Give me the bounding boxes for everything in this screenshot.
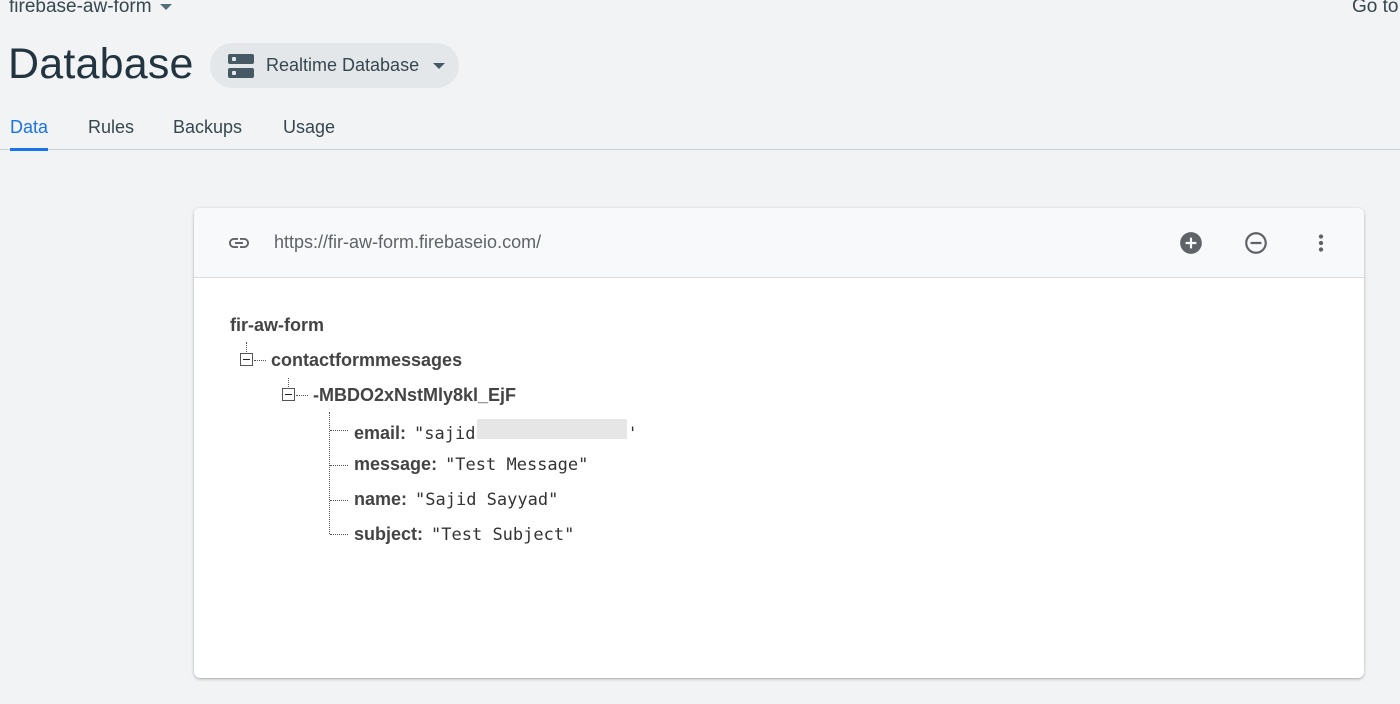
field-value: "sajid — [414, 424, 476, 444]
tree-connector — [296, 395, 308, 396]
tree-connector — [288, 378, 289, 387]
field-key: name — [354, 489, 402, 509]
chevron-down-icon — [159, 4, 172, 10]
database-card: https://fir-aw-form.firebaseio.com/ fir-… — [194, 208, 1364, 678]
tree-connector — [254, 360, 266, 361]
tree-node-contactformmessages[interactable]: contactformmessages — [271, 350, 462, 371]
field-colon: : — [431, 454, 438, 474]
field-value-end: ' — [627, 424, 638, 444]
field-name[interactable]: name: "Sajid Sayyad" — [354, 489, 558, 510]
tree-connector — [330, 465, 348, 466]
database-type-selector[interactable]: Realtime Database — [210, 43, 459, 88]
tree-connector — [246, 342, 247, 352]
tree-node-record[interactable]: -MBDO2xNstMly8kl_EjF — [313, 385, 516, 406]
field-colon: : — [417, 524, 424, 544]
storage-icon — [228, 53, 254, 78]
tab-bar: Data Rules Backups Usage — [0, 108, 1400, 151]
field-value: "Test Subject" — [431, 525, 575, 545]
tab-data[interactable]: Data — [10, 117, 49, 151]
tree-connector — [330, 534, 348, 535]
field-subject[interactable]: subject: "Test Subject" — [354, 524, 574, 545]
field-message[interactable]: message: "Test Message" — [354, 454, 588, 475]
field-value: "Sajid Sayyad" — [415, 490, 559, 510]
chevron-down-icon — [433, 62, 446, 69]
project-name: firebase-aw-form — [9, 0, 152, 17]
tree-connector — [330, 430, 348, 431]
field-colon: : — [401, 489, 408, 509]
link-icon — [229, 238, 249, 248]
tab-rules[interactable]: Rules — [88, 117, 134, 150]
project-selector[interactable]: firebase-aw-form — [9, 0, 172, 18]
tree-root-node[interactable]: fir-aw-form — [230, 315, 324, 336]
field-colon: : — [400, 423, 407, 443]
tree-connector — [330, 500, 348, 501]
database-type-label: Realtime Database — [266, 55, 420, 75]
page-title: Database — [8, 40, 194, 88]
more-vert-icon[interactable] — [1308, 230, 1334, 256]
goto-link[interactable]: Go to docs — [1352, 0, 1400, 18]
tab-backups[interactable]: Backups — [173, 117, 242, 150]
add-circle-icon[interactable] — [1178, 230, 1204, 256]
field-key: email — [354, 423, 401, 443]
collapse-toggle[interactable] — [240, 353, 253, 366]
redaction-block — [477, 419, 628, 439]
remove-circle-icon[interactable] — [1243, 230, 1269, 256]
field-value: "Test Message" — [445, 455, 589, 475]
field-email[interactable]: email: "sajid ' — [354, 419, 638, 444]
field-key: message — [354, 454, 432, 474]
tab-usage[interactable]: Usage — [283, 117, 335, 150]
field-key: subject — [354, 524, 418, 544]
collapse-toggle[interactable] — [282, 388, 295, 401]
card-header: https://fir-aw-form.firebaseio.com/ — [194, 208, 1364, 278]
database-url[interactable]: https://fir-aw-form.firebaseio.com/ — [274, 232, 541, 253]
top-bar: firebase-aw-form Go to docs — [0, 0, 1400, 20]
data-tree: fir-aw-form contactformmessages -MBDO2xN… — [194, 278, 1364, 678]
